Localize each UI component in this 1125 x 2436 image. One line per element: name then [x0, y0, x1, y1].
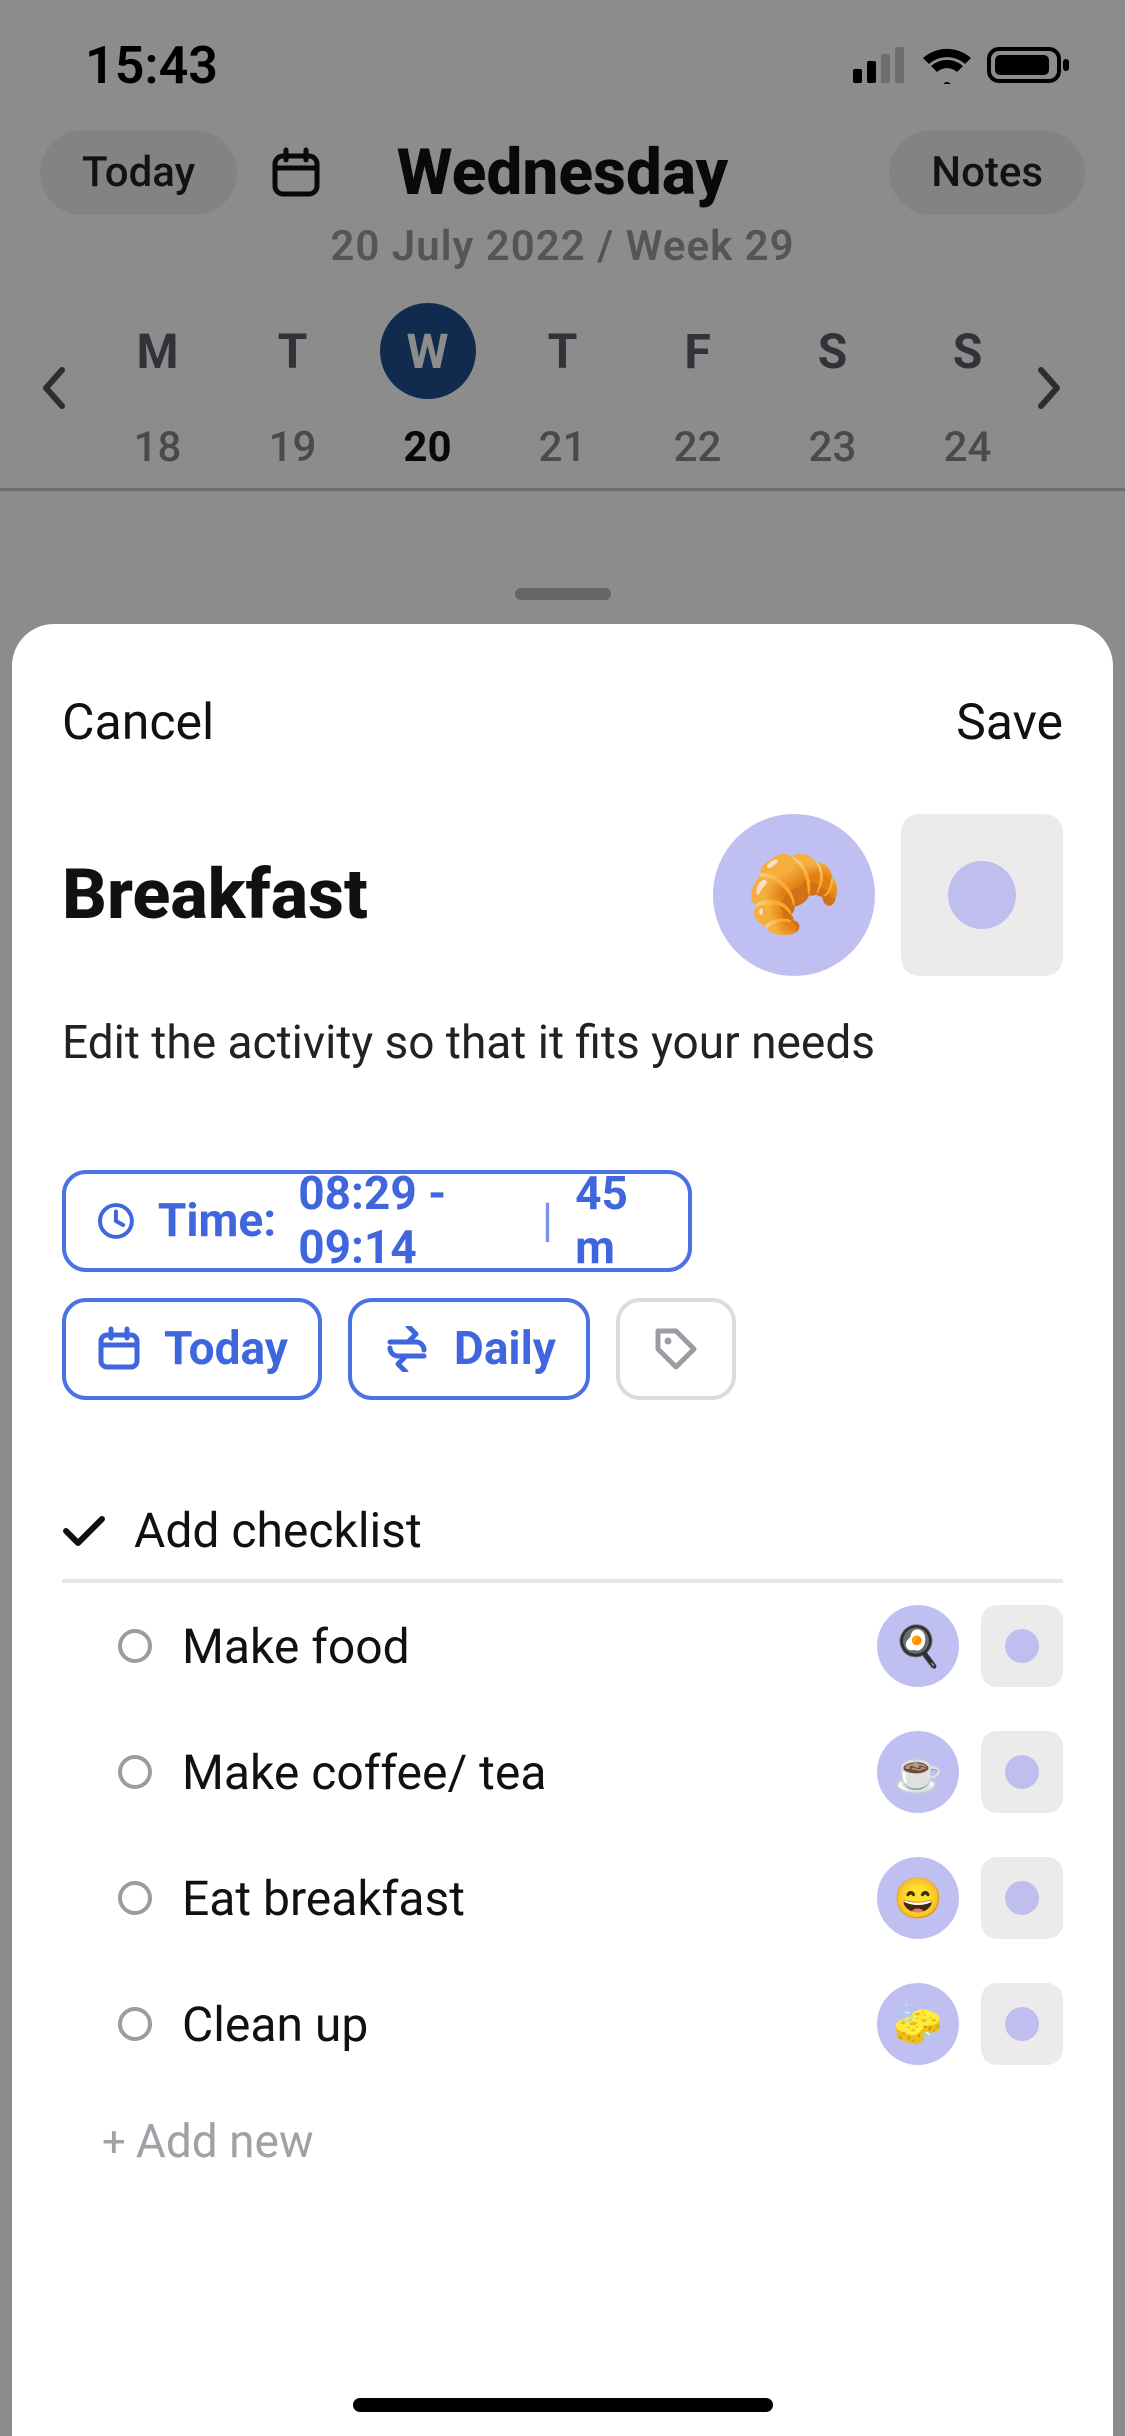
item-emoji-icon: 🧽	[893, 2001, 943, 2048]
repeat-icon	[382, 1326, 432, 1372]
item-emoji-icon: 🍳	[893, 1623, 943, 1670]
item-color-picker[interactable]	[981, 1731, 1063, 1813]
item-icon-picker[interactable]: ☕	[877, 1731, 959, 1813]
home-indicator[interactable]	[353, 2398, 773, 2412]
item-emoji-icon: 😄	[893, 1875, 943, 1922]
color-dot	[948, 861, 1016, 929]
checkbox-icon[interactable]	[118, 2007, 152, 2041]
checklist-item[interactable]: Make coffee/ tea ☕	[62, 1709, 1063, 1835]
tag-chip[interactable]	[616, 1298, 736, 1400]
checklist-item-text: Clean up	[182, 1996, 847, 2053]
checklist-item-text: Make food	[182, 1618, 847, 1675]
color-dot	[1005, 2007, 1039, 2041]
clock-icon	[96, 1196, 136, 1246]
color-dot	[1005, 1629, 1039, 1663]
checkbox-icon[interactable]	[118, 1755, 152, 1789]
check-icon	[62, 1513, 106, 1549]
repeat-chip[interactable]: Daily	[348, 1298, 590, 1400]
date-chip[interactable]: Today	[62, 1298, 322, 1400]
time-range: 08:29 - 09:14	[298, 1167, 520, 1275]
item-color-picker[interactable]	[981, 1983, 1063, 2065]
time-chip[interactable]: Time: 08:29 - 09:14 | 45 m	[62, 1170, 692, 1272]
color-dot	[1005, 1881, 1039, 1915]
checklist-item-text: Eat breakfast	[182, 1870, 847, 1927]
date-chip-label: Today	[164, 1322, 288, 1376]
croissant-icon: 🥐	[745, 850, 842, 941]
tag-icon	[650, 1323, 702, 1375]
checkbox-icon[interactable]	[118, 1881, 152, 1915]
color-dot	[1005, 1755, 1039, 1789]
calendar-icon	[96, 1326, 142, 1372]
checklist-header[interactable]: Add checklist	[62, 1502, 1063, 1579]
checkbox-icon[interactable]	[118, 1629, 152, 1663]
activity-title[interactable]: Breakfast	[62, 854, 368, 936]
item-color-picker[interactable]	[981, 1605, 1063, 1687]
plus-icon: +	[102, 2118, 126, 2167]
cancel-button[interactable]: Cancel	[62, 694, 214, 752]
checklist-item[interactable]: Make food 🍳	[62, 1583, 1063, 1709]
save-button[interactable]: Save	[956, 694, 1063, 752]
checklist-item-text: Make coffee/ tea	[182, 1744, 847, 1801]
add-new-label: Add new	[136, 2115, 314, 2169]
checklist-item[interactable]: Clean up 🧽	[62, 1961, 1063, 2087]
checklist-item[interactable]: Eat breakfast 😄	[62, 1835, 1063, 1961]
item-color-picker[interactable]	[981, 1857, 1063, 1939]
item-icon-picker[interactable]: 😄	[877, 1857, 959, 1939]
repeat-chip-label: Daily	[454, 1322, 556, 1376]
item-icon-picker[interactable]: 🧽	[877, 1983, 959, 2065]
add-checklist-item-button[interactable]: + Add new	[102, 2115, 1063, 2169]
time-label: Time:	[158, 1194, 276, 1248]
activity-edit-sheet: Cancel Save Breakfast 🥐 Edit the activit…	[12, 624, 1113, 2436]
time-duration: 45 m	[575, 1167, 658, 1275]
item-emoji-icon: ☕	[893, 1749, 943, 1796]
item-icon-picker[interactable]: 🍳	[877, 1605, 959, 1687]
activity-description: Edit the activity so that it fits your n…	[62, 1016, 1063, 1070]
time-separator: |	[542, 1194, 553, 1248]
activity-color-picker[interactable]	[901, 814, 1063, 976]
checklist-header-label: Add checklist	[134, 1502, 422, 1559]
activity-icon-picker[interactable]: 🥐	[713, 814, 875, 976]
